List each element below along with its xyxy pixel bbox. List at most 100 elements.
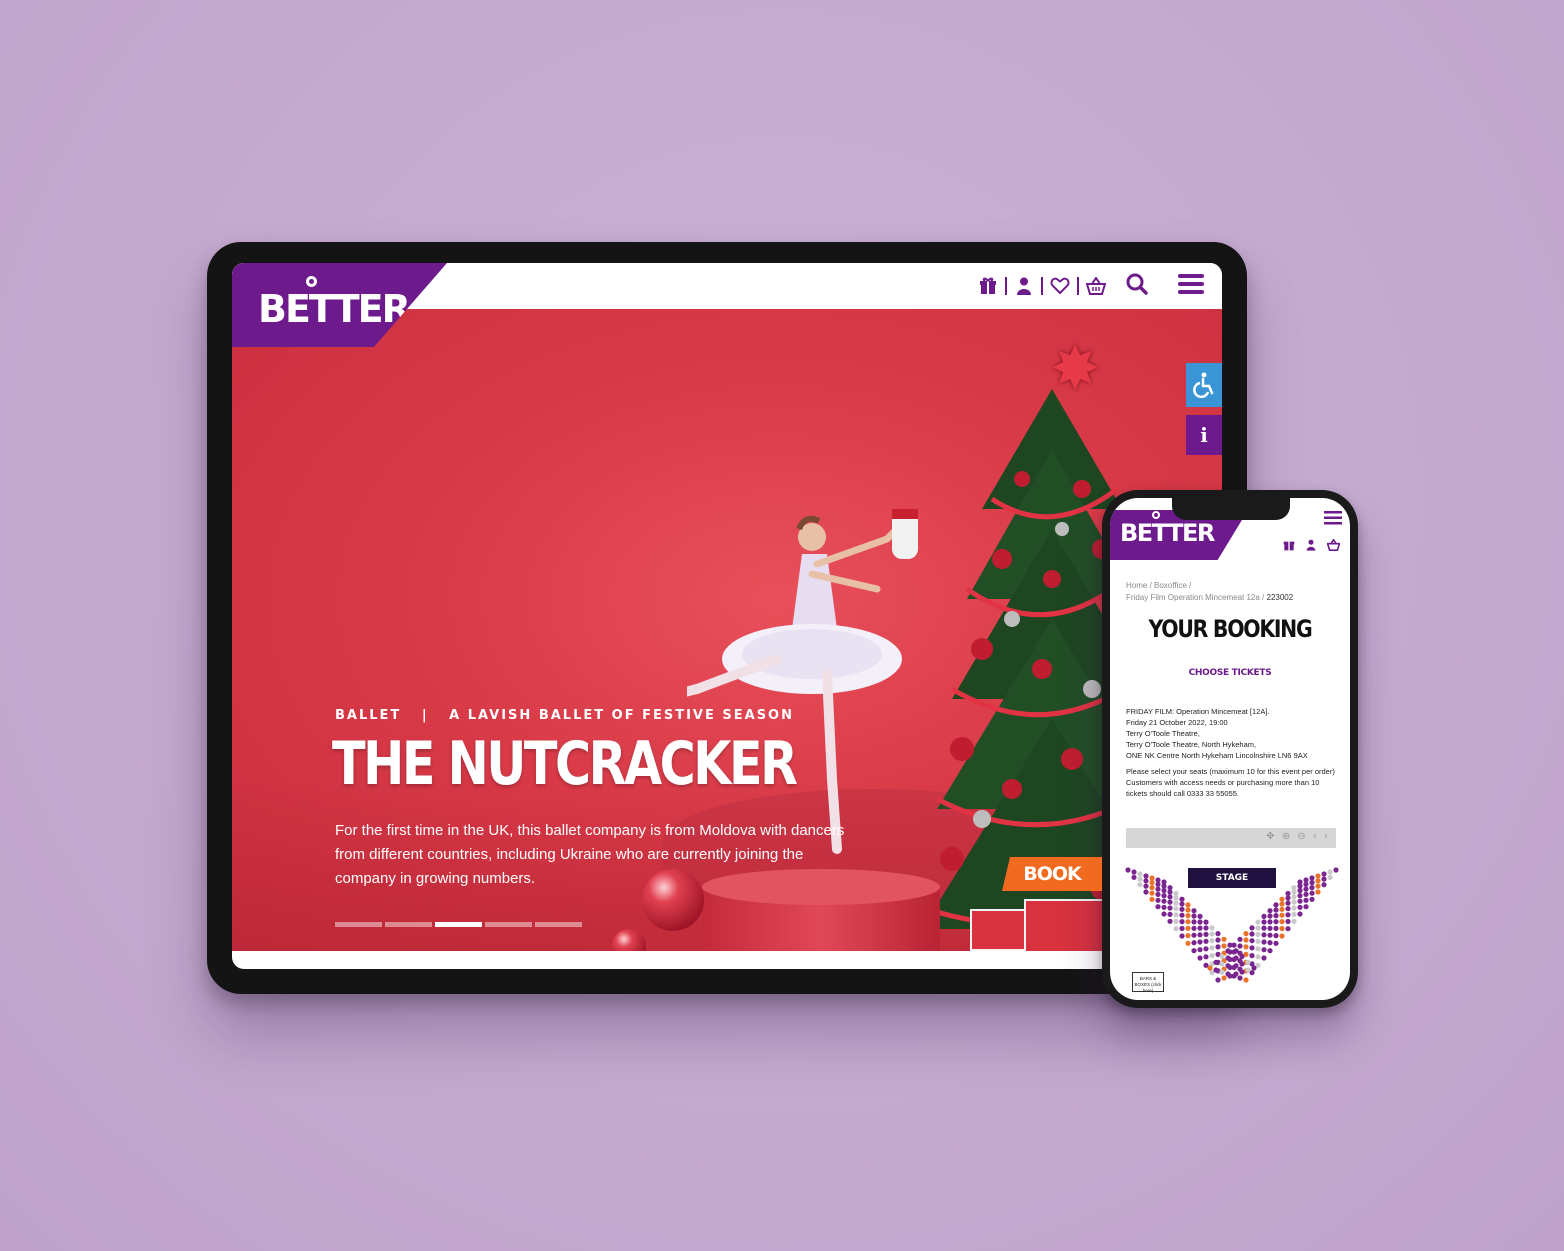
seat[interactable]: [1179, 912, 1185, 918]
user-icon[interactable]: [1013, 275, 1035, 297]
book-now-button[interactable]: BOOK NOW: [1002, 857, 1102, 891]
seat[interactable]: [1237, 936, 1243, 942]
seat[interactable]: [1173, 895, 1179, 901]
seat[interactable]: [1321, 871, 1327, 877]
seat[interactable]: [1285, 890, 1291, 897]
seat[interactable]: [1173, 890, 1179, 897]
seat[interactable]: [1179, 925, 1185, 932]
seat[interactable]: [1261, 919, 1267, 925]
seat[interactable]: [1203, 925, 1209, 931]
seat[interactable]: [1209, 953, 1215, 959]
seat[interactable]: [1149, 896, 1155, 902]
seat[interactable]: [1167, 899, 1173, 905]
seat[interactable]: [1179, 901, 1185, 907]
seat[interactable]: [1219, 969, 1225, 975]
seat[interactable]: [1279, 912, 1285, 918]
seat[interactable]: [1297, 893, 1303, 899]
seat[interactable]: [1215, 944, 1221, 950]
accessibility-button[interactable]: [1186, 363, 1222, 407]
bars-boxes-link[interactable]: BARS & BOXES (click here): [1132, 972, 1164, 993]
seat[interactable]: [1333, 867, 1339, 873]
seat[interactable]: [1185, 925, 1191, 931]
seat[interactable]: [1249, 938, 1255, 944]
seat[interactable]: [1327, 869, 1333, 875]
seat[interactable]: [1219, 961, 1225, 967]
seat[interactable]: [1161, 904, 1167, 910]
seat[interactable]: [1197, 947, 1203, 953]
seat[interactable]: [1197, 955, 1203, 961]
seat[interactable]: [1161, 911, 1167, 917]
seat[interactable]: [1297, 904, 1303, 910]
seat[interactable]: [1309, 890, 1315, 896]
seat[interactable]: [1149, 879, 1155, 886]
seat[interactable]: [1321, 882, 1327, 888]
user-icon[interactable]: [1304, 538, 1318, 552]
seat[interactable]: [1203, 938, 1209, 944]
seat[interactable]: [1255, 919, 1261, 925]
seat[interactable]: [1155, 877, 1161, 883]
slider-dot[interactable]: [385, 922, 432, 927]
seat[interactable]: [1249, 931, 1255, 937]
search-icon[interactable]: [1126, 273, 1150, 297]
gift-icon[interactable]: [1282, 538, 1296, 552]
seat[interactable]: [1161, 898, 1167, 904]
seat[interactable]: [1173, 918, 1179, 925]
seat[interactable]: [1243, 931, 1249, 937]
seat[interactable]: [1197, 925, 1203, 931]
seat[interactable]: [1303, 891, 1309, 897]
seat[interactable]: [1273, 913, 1279, 919]
seat[interactable]: [1297, 911, 1303, 917]
seat[interactable]: [1273, 925, 1279, 931]
seat[interactable]: [1273, 940, 1279, 946]
seat[interactable]: [1209, 931, 1215, 937]
seat[interactable]: [1303, 877, 1309, 883]
hamburger-menu-icon[interactable]: [1324, 510, 1342, 526]
seat[interactable]: [1207, 965, 1213, 971]
seat[interactable]: [1203, 919, 1209, 925]
seat[interactable]: [1203, 954, 1209, 960]
seat[interactable]: [1167, 894, 1173, 900]
seat[interactable]: [1197, 919, 1203, 925]
seat[interactable]: [1279, 933, 1285, 939]
seat[interactable]: [1261, 932, 1267, 938]
basket-icon[interactable]: [1326, 538, 1340, 552]
seat[interactable]: [1255, 931, 1261, 937]
seat[interactable]: [1143, 873, 1149, 879]
seat[interactable]: [1179, 906, 1185, 912]
info-button[interactable]: i: [1186, 415, 1222, 455]
seat[interactable]: [1167, 905, 1173, 911]
slider-dot-active[interactable]: [435, 922, 482, 927]
seat[interactable]: [1279, 896, 1285, 902]
seat[interactable]: [1213, 967, 1219, 973]
seat[interactable]: [1267, 940, 1273, 946]
seat[interactable]: [1173, 900, 1179, 906]
seat[interactable]: [1255, 925, 1261, 931]
seat[interactable]: [1303, 904, 1309, 910]
basket-icon[interactable]: [1085, 275, 1107, 297]
seat[interactable]: [1327, 874, 1333, 880]
seat[interactable]: [1255, 954, 1261, 960]
seat[interactable]: [1267, 919, 1273, 925]
seat[interactable]: [1243, 944, 1249, 950]
seat[interactable]: [1225, 948, 1231, 954]
seat[interactable]: [1197, 939, 1203, 945]
seat[interactable]: [1231, 942, 1237, 948]
seat[interactable]: [1179, 933, 1185, 939]
seat[interactable]: [1291, 894, 1297, 900]
seat[interactable]: [1303, 886, 1309, 892]
seat[interactable]: [1249, 945, 1255, 951]
seat[interactable]: [1285, 906, 1291, 912]
seat[interactable]: [1179, 896, 1185, 902]
seat[interactable]: [1155, 904, 1161, 910]
seat[interactable]: [1225, 971, 1231, 977]
seat[interactable]: [1309, 879, 1315, 886]
breadcrumb-event[interactable]: Friday Film Operation Mincemeat 12a: [1126, 593, 1260, 602]
seat[interactable]: [1221, 943, 1227, 949]
seat[interactable]: [1149, 890, 1155, 896]
breadcrumb-home[interactable]: Home: [1126, 581, 1147, 590]
seat[interactable]: [1215, 977, 1221, 983]
seat[interactable]: [1261, 939, 1267, 945]
seat[interactable]: [1279, 919, 1285, 925]
seat[interactable]: [1261, 913, 1267, 919]
seat[interactable]: [1315, 873, 1321, 879]
